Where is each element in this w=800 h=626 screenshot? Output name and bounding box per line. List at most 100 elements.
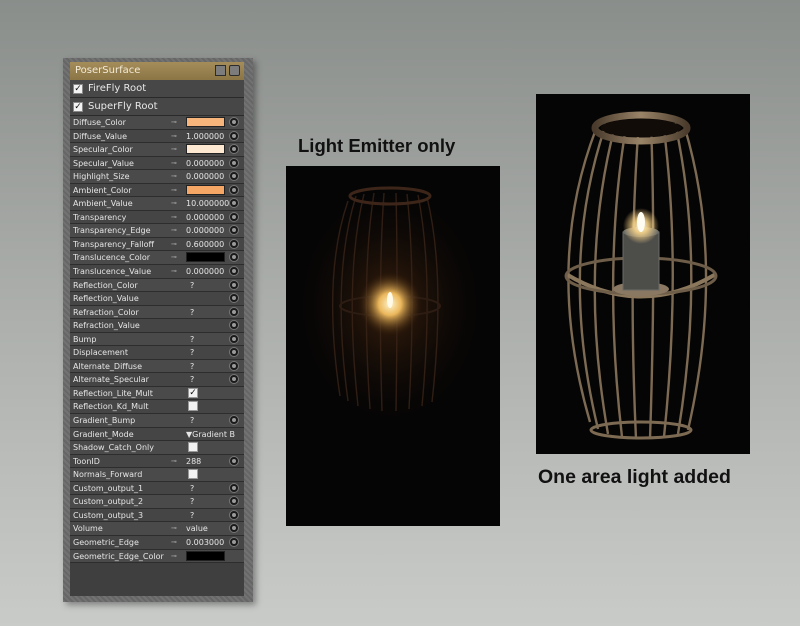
node-socket-icon[interactable] [229,320,239,331]
node-socket-icon[interactable] [229,360,239,371]
param-row-custom-output-2[interactable]: Custom_output_2? [70,495,244,509]
node-socket-icon[interactable] [229,157,239,168]
node-socket-icon[interactable] [229,144,239,155]
param-value[interactable]: 0.000000 [186,212,224,223]
key-icon[interactable]: ⊸ [171,225,177,236]
node-socket-icon[interactable] [229,117,239,127]
param-row-highlight-size[interactable]: Highlight_Size ⊸ 0.000000 [70,170,244,184]
node-socket-icon[interactable] [229,130,239,141]
param-checkbox[interactable]: ✓ [188,387,198,398]
param-value[interactable]: 0.000000 [186,266,224,277]
param-row-specular-value[interactable]: Specular_Value ⊸ 0.000000 [70,156,244,171]
node-socket-icon[interactable] [229,509,239,520]
root-row-superfly[interactable]: ✓ SuperFly Root [70,98,244,116]
key-icon[interactable]: ⊸ [171,117,177,128]
node-socket-icon[interactable] [229,455,239,466]
param-row-reflection-value[interactable]: Reflection_Value [70,292,244,306]
key-icon[interactable]: ⊸ [171,266,177,277]
param-row-gradient-mode[interactable]: Gradient_Mode ▼Gradient B [70,427,244,442]
key-icon[interactable]: ⊸ [171,252,177,263]
param-row-transparency-falloff[interactable]: Transparency_Falloff ⊸ 0.600000 [70,237,244,252]
param-row-alternate-diffuse[interactable]: Alternate_Diffuse? [70,359,244,374]
param-unset-value[interactable]: ? [190,374,194,385]
param-row-refraction-value[interactable]: Refraction_Value [70,319,244,333]
node-socket-icon[interactable] [229,171,239,182]
param-value[interactable]: 0.003000 [186,537,224,548]
key-icon[interactable]: ⊸ [171,456,177,467]
param-row-refraction-color[interactable]: Refraction_Color? [70,305,244,320]
root-row-firefly[interactable]: ✓ FireFly Root [70,80,244,98]
param-unset-value[interactable]: ? [190,347,194,358]
param-row-geometric-edge[interactable]: Geometric_Edge ⊸ 0.003000 [70,535,244,550]
key-icon[interactable]: ⊸ [171,551,177,562]
firefly-root-checkbox[interactable]: ✓ [73,83,83,94]
node-socket-icon[interactable] [229,198,239,209]
key-icon[interactable]: ⊸ [171,523,177,534]
superfly-root-checkbox[interactable]: ✓ [73,101,83,112]
node-socket-icon[interactable] [229,523,239,534]
color-swatch[interactable] [186,117,225,127]
param-value[interactable]: value [186,523,208,534]
node-socket-icon[interactable] [229,279,239,290]
param-row-alternate-specular[interactable]: Alternate_Specular? [70,373,244,387]
param-checkbox[interactable] [188,401,198,412]
param-unset-value[interactable]: ? [190,361,194,372]
node-socket-icon[interactable] [229,211,239,222]
key-icon[interactable]: ⊸ [171,198,177,209]
param-unset-value[interactable]: ? [190,483,194,494]
param-row-transparency[interactable]: Transparency ⊸ 0.000000 [70,210,244,225]
key-icon[interactable]: ⊸ [171,537,177,548]
param-row-displacement[interactable]: Displacement? [70,346,244,360]
node-socket-icon[interactable] [229,266,239,277]
node-socket-icon[interactable] [229,347,239,358]
param-checkbox[interactable] [188,469,198,480]
node-socket-icon[interactable] [229,496,239,507]
node-socket-icon[interactable] [229,225,239,236]
node-socket-icon[interactable] [229,415,239,426]
param-unset-value[interactable]: ? [190,496,194,507]
param-value[interactable]: 0.000000 [186,225,224,236]
param-row-custom-output-1[interactable]: Custom_output_1? [70,481,244,496]
param-row-custom-output-3[interactable]: Custom_output_3? [70,508,244,523]
param-value[interactable]: 0.000000 [186,158,224,169]
color-swatch[interactable] [186,252,225,263]
options-button[interactable] [229,65,240,76]
param-row-ambient-value[interactable]: Ambient_Value ⊸ 10.000000 [70,197,244,211]
param-unset-value[interactable]: ? [190,415,194,426]
param-unset-value[interactable]: ? [190,307,194,318]
param-row-geometric-edge-color[interactable]: Geometric_Edge_Color ⊸ [70,549,244,564]
key-icon[interactable]: ⊸ [171,171,177,182]
key-icon[interactable]: ⊸ [171,158,177,169]
key-icon[interactable]: ⊸ [171,131,177,142]
param-value[interactable]: ▼Gradient B [186,429,235,440]
param-unset-value[interactable]: ? [190,510,194,521]
node-socket-icon[interactable] [229,238,239,249]
param-row-translucence-color[interactable]: Translucence_Color ⊸ [70,251,244,266]
param-checkbox[interactable] [188,442,198,453]
param-value[interactable]: 0.000000 [186,171,224,182]
param-value[interactable]: 0.600000 [186,239,224,250]
node-socket-icon[interactable] [229,184,239,195]
param-row-ambient-color[interactable]: Ambient_Color ⊸ [70,183,244,198]
param-row-shadow-catch-only[interactable]: Shadow_Catch_Only [70,441,244,455]
node-socket-icon[interactable] [229,252,239,263]
color-swatch[interactable] [186,144,225,155]
param-value[interactable]: 10.000000 [186,198,229,209]
param-row-reflection-lite-mult[interactable]: Reflection_Lite_Mult ✓ [70,386,244,401]
node-socket-icon[interactable] [229,293,239,304]
param-row-translucence-value[interactable]: Translucence_Value ⊸ 0.000000 [70,265,244,279]
color-swatch[interactable] [186,550,225,561]
node-socket-icon[interactable] [229,306,239,317]
param-row-diffuse-value[interactable]: Diffuse_Value ⊸ 1.000000 [70,129,244,144]
node-socket-icon[interactable] [229,482,239,493]
param-row-toonid[interactable]: ToonID ⊸ 288 [70,454,244,469]
param-row-transparency-edge[interactable]: Transparency_Edge ⊸ 0.000000 [70,224,244,238]
key-icon[interactable]: ⊸ [171,239,177,250]
param-row-specular-color[interactable]: Specular_Color ⊸ [70,143,244,157]
param-row-reflection-kd-mult[interactable]: Reflection_Kd_Mult [70,400,244,415]
node-socket-icon[interactable] [229,536,239,547]
color-swatch[interactable] [186,184,225,195]
key-icon[interactable]: ⊸ [171,212,177,223]
param-value[interactable]: 288 [186,456,201,467]
param-row-reflection-color[interactable]: Reflection_Color? [70,278,244,293]
